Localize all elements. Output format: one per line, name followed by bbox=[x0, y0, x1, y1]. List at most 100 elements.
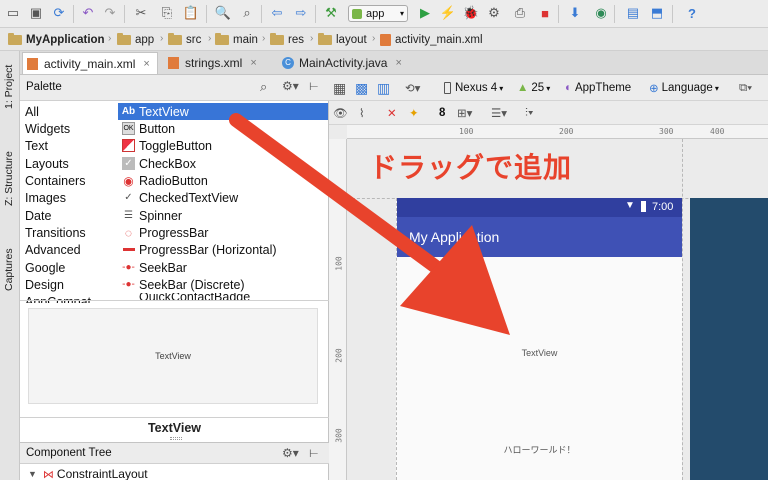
palette-item-radiobutton[interactable]: ◉ RadioButton bbox=[118, 172, 328, 189]
palette-item-seekbar[interactable]: -●- SeekBar bbox=[118, 259, 328, 276]
device-preview[interactable]: ▼ 7:00 My Application TextView ハローワールド！ bbox=[396, 198, 682, 480]
default-margin[interactable]: 8 bbox=[439, 104, 445, 122]
pack-icon[interactable]: ⊞▾ bbox=[457, 104, 472, 122]
tab-strings[interactable]: strings.xml × bbox=[164, 52, 276, 74]
tab-main-activity[interactable]: C MainActivity.java × bbox=[278, 52, 418, 74]
attach-debugger-icon[interactable]: ⎙ bbox=[511, 4, 529, 22]
palette-preview: TextView bbox=[28, 308, 318, 404]
sdk-manager-icon[interactable]: ⬇ bbox=[566, 4, 584, 22]
phone-icon bbox=[444, 82, 451, 94]
device-manager-icon[interactable]: ◉ bbox=[592, 4, 610, 22]
gear-icon[interactable]: ⚙▾ bbox=[282, 79, 299, 93]
undo-icon[interactable]: ↶ bbox=[79, 4, 97, 22]
guidelines-icon[interactable]: ⫶▾ bbox=[525, 104, 534, 122]
chevron-right-icon: › bbox=[372, 33, 376, 44]
debug-icon[interactable]: 🐞 bbox=[462, 4, 480, 22]
cut-icon[interactable]: ✂ bbox=[132, 4, 150, 22]
back-icon[interactable]: ⇦ bbox=[268, 4, 286, 22]
design-view-icon[interactable]: ▦ bbox=[333, 79, 346, 97]
item-label: TextView bbox=[139, 104, 189, 119]
palette-category-google[interactable]: Google bbox=[25, 261, 65, 275]
run-icon[interactable]: ▶ bbox=[416, 4, 434, 22]
autoconnect-icon[interactable]: ⌇ bbox=[359, 104, 365, 122]
palette-category-transitions[interactable]: Transitions bbox=[25, 226, 86, 240]
tree-item-root[interactable]: ▼ ⋈ ConstraintLayout bbox=[28, 467, 148, 480]
palette-item-button[interactable]: OK Button bbox=[118, 120, 328, 137]
gear-icon[interactable]: ⚙▾ bbox=[282, 446, 299, 460]
language-select[interactable]: ⊕ Language ▾ bbox=[649, 79, 719, 97]
palette-item-progressbar-horizontal[interactable]: ProgressBar (Horizontal) bbox=[118, 241, 328, 258]
api-select[interactable]: ▲ 25 ▾ bbox=[517, 79, 550, 97]
palette-category-images[interactable]: Images bbox=[25, 191, 66, 205]
redo-icon[interactable]: ↷ bbox=[101, 4, 119, 22]
button-icon: OK bbox=[122, 122, 135, 135]
replace-icon[interactable]: ⌕ bbox=[238, 4, 256, 22]
breadcrumb-layout[interactable]: layout bbox=[318, 32, 367, 48]
collapse-icon[interactable]: ⊢ bbox=[309, 80, 319, 93]
find-icon[interactable]: 🔍 bbox=[214, 4, 232, 22]
paste-icon[interactable]: 📋 bbox=[182, 4, 200, 22]
palette-item-togglebutton[interactable]: ToggleButton bbox=[118, 137, 328, 154]
forward-icon[interactable]: ⇨ bbox=[292, 4, 310, 22]
palette-category-widgets[interactable]: Widgets bbox=[25, 122, 70, 136]
build-icon[interactable]: ⚒ bbox=[322, 4, 340, 22]
layout-variants-icon[interactable]: ⧉▾ bbox=[739, 79, 752, 97]
palette-item-checkedtextview[interactable]: ✓ CheckedTextView bbox=[118, 189, 328, 206]
folder-open-icon[interactable]: ▭ bbox=[4, 4, 22, 22]
dragged-textview[interactable]: TextView bbox=[397, 348, 682, 358]
infer-constraints-icon[interactable]: ✦ bbox=[409, 104, 419, 122]
orientation-icon[interactable]: ⟲▾ bbox=[405, 79, 420, 97]
palette-category-containers[interactable]: Containers bbox=[25, 174, 85, 188]
apply-changes-icon[interactable]: ⚡ bbox=[439, 4, 457, 22]
palette-item-checkbox[interactable]: ✓ CheckBox bbox=[118, 155, 328, 172]
breadcrumb-app[interactable]: app bbox=[117, 32, 154, 48]
palette-item-seekbar-discrete[interactable]: -●- SeekBar (Discrete) bbox=[118, 276, 328, 293]
device-select[interactable]: Nexus 4 ▾ bbox=[444, 79, 503, 97]
close-icon[interactable]: × bbox=[143, 58, 149, 70]
breadcrumb-res[interactable]: res bbox=[270, 32, 304, 48]
sync-icon[interactable]: ⟳ bbox=[50, 4, 68, 22]
chevron-right-icon: › bbox=[108, 33, 112, 44]
close-icon[interactable]: × bbox=[395, 57, 401, 69]
clear-constraints-icon[interactable]: ✕ bbox=[387, 104, 397, 122]
palette-category-layouts[interactable]: Layouts bbox=[25, 157, 69, 171]
breadcrumb-src[interactable]: src bbox=[168, 32, 201, 48]
blueprint-view-icon[interactable]: ▩ bbox=[355, 79, 368, 97]
hello-textview[interactable]: ハローワールド！ bbox=[397, 443, 682, 456]
palette-category-appcompat[interactable]: AppCompat bbox=[25, 295, 91, 303]
search-icon[interactable]: ⌕ bbox=[260, 79, 267, 95]
xml-file-icon bbox=[168, 57, 179, 69]
palette-category-design[interactable]: Design bbox=[25, 278, 64, 292]
profile-icon[interactable]: ⚙ bbox=[485, 4, 503, 22]
run-config-select[interactable]: app ▾ bbox=[348, 5, 408, 22]
collapse-icon[interactable]: ⊢ bbox=[309, 447, 319, 460]
show-constraints-icon[interactable]: 👁 bbox=[333, 104, 348, 122]
sync-gradle-icon[interactable]: ▤ bbox=[624, 4, 642, 22]
tool-project[interactable]: 1: Project bbox=[3, 65, 15, 109]
theme-select[interactable]: ◐ AppTheme bbox=[565, 79, 631, 97]
copy-icon[interactable]: ⎘ bbox=[158, 4, 176, 22]
palette-item-textview[interactable]: Ab TextView bbox=[118, 103, 328, 120]
align-icon[interactable]: ☰▾ bbox=[491, 104, 507, 122]
help-icon[interactable]: ? bbox=[683, 4, 701, 22]
expand-icon[interactable]: ▼ bbox=[28, 469, 37, 479]
palette-category-text[interactable]: Text bbox=[25, 139, 48, 153]
tool-structure[interactable]: Z: Structure bbox=[3, 151, 15, 206]
palette-category-date[interactable]: Date bbox=[25, 209, 51, 223]
palette-category-advanced[interactable]: Advanced bbox=[25, 243, 81, 257]
breadcrumb-project[interactable]: MyApplication bbox=[8, 32, 105, 48]
stop-icon[interactable]: ■ bbox=[536, 4, 554, 22]
palette-item-spinner[interactable]: ☰ Spinner bbox=[118, 207, 328, 224]
breadcrumb-main[interactable]: main bbox=[215, 32, 258, 48]
structure-icon[interactable]: ⬒ bbox=[648, 4, 666, 22]
breadcrumb-file[interactable]: activity_main.xml bbox=[380, 32, 483, 48]
palette-category-all[interactable]: All bbox=[25, 105, 39, 119]
tab-activity-main[interactable]: activity_main.xml × bbox=[22, 52, 158, 74]
tool-captures[interactable]: Captures bbox=[3, 248, 15, 291]
splitter-handle[interactable] bbox=[170, 437, 182, 440]
palette-item-progressbar[interactable]: ◌ ProgressBar bbox=[118, 224, 328, 241]
close-icon[interactable]: × bbox=[250, 57, 256, 69]
save-icon[interactable]: ▣ bbox=[27, 4, 45, 22]
blueprint-preview[interactable] bbox=[690, 198, 768, 480]
both-view-icon[interactable]: ▥ bbox=[377, 79, 390, 97]
